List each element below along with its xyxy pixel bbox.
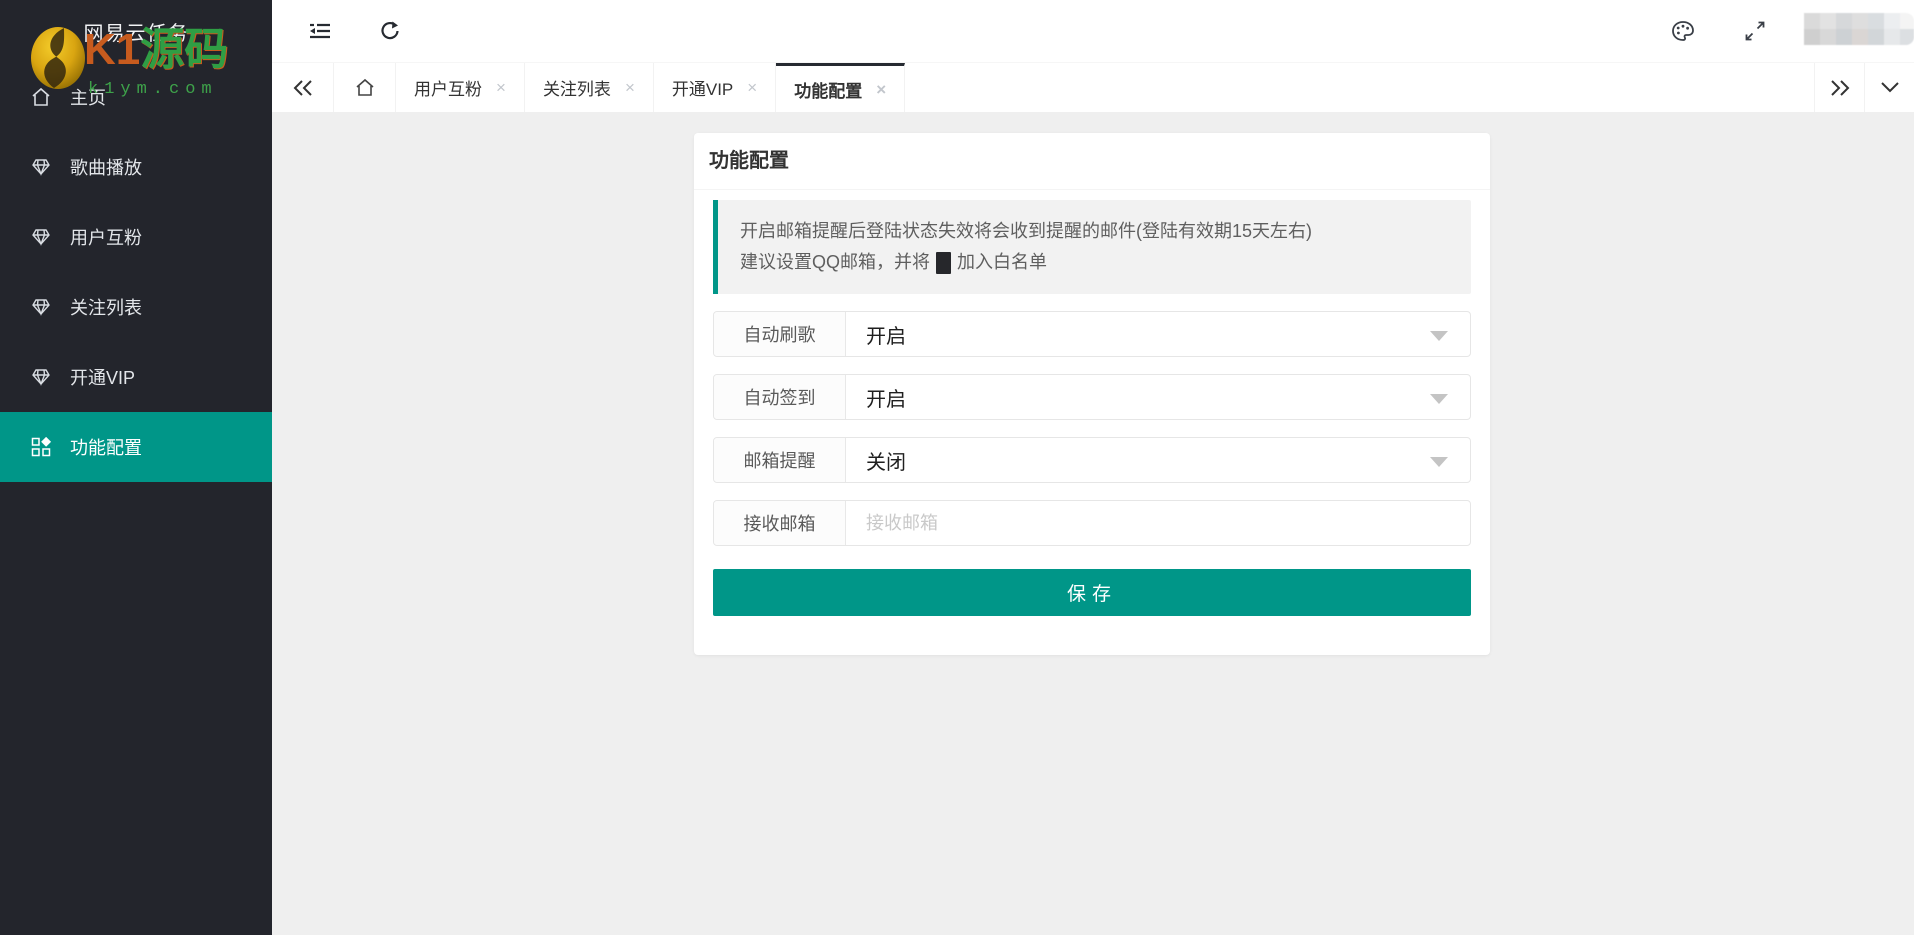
notice-box: 开启邮箱提醒后登陆状态失效将会收到提醒的邮件(登陆有效期15天左右) 建议设置Q… (713, 200, 1471, 294)
sidebar-item-label: 开通VIP (70, 364, 135, 390)
select-value: 开启 (866, 320, 906, 349)
notice-line2-prefix: 建议设置QQ邮箱，并将 (740, 252, 930, 272)
theme-button[interactable] (1661, 0, 1705, 62)
tab-label: 关注列表 (543, 75, 611, 100)
fullscreen-button[interactable] (1733, 0, 1777, 62)
notice-line1: 开启邮箱提醒后登陆状态失效将会收到提醒的邮件(登陆有效期15天左右) (740, 216, 1449, 247)
home-icon (355, 78, 375, 98)
form-row-auto-play: 自动刷歌 开启 (713, 311, 1471, 357)
card-title: 功能配置 (694, 133, 1490, 190)
form-row-receive-email: 接收邮箱 (713, 500, 1471, 546)
sidebar-item-label: 歌曲播放 (70, 154, 142, 180)
auto-checkin-select[interactable]: 开启 (846, 375, 1470, 419)
sidebar-item-function-config[interactable]: 功能配置 (0, 412, 272, 482)
select-arrow-icon (1430, 331, 1448, 341)
diamond-icon (30, 366, 52, 388)
select-value: 开启 (866, 383, 906, 412)
tab-label: 功能配置 (794, 77, 862, 102)
sidebar: 网易云任务 主页 歌曲播放 用户互粉 (0, 0, 272, 935)
sidebar-item-label: 主页 (70, 84, 106, 110)
sidebar-item-label: 用户互粉 (70, 224, 142, 250)
tab-close-icon[interactable]: × (876, 81, 886, 98)
tabs-scroll-right-button[interactable] (1814, 63, 1864, 112)
censored-user-info (1804, 13, 1914, 45)
sidebar-menu: 主页 歌曲播放 用户互粉 关注列表 (0, 62, 272, 482)
tab-follow-list[interactable]: 关注列表 × (525, 63, 654, 112)
tab-open-vip[interactable]: 开通VIP × (654, 63, 776, 112)
select-arrow-icon (1430, 457, 1448, 467)
notice-line2-suffix: 加入白名单 (957, 252, 1047, 272)
field-label: 自动刷歌 (714, 312, 846, 356)
field-label: 邮箱提醒 (714, 438, 846, 482)
palette-icon (1671, 20, 1695, 42)
sidebar-item-label: 功能配置 (70, 434, 142, 460)
card-body: 开启邮箱提醒后登陆状态失效将会收到提醒的邮件(登陆有效期15天左右) 建议设置Q… (694, 190, 1490, 616)
select-arrow-icon (1430, 394, 1448, 404)
tab-label: 开通VIP (672, 75, 733, 100)
form-row-auto-checkin: 自动签到 开启 (713, 374, 1471, 420)
collapse-sidebar-button[interactable] (298, 0, 342, 62)
sidebar-item-open-vip[interactable]: 开通VIP (0, 342, 272, 412)
tab-home[interactable] (334, 63, 396, 112)
double-chevron-left-icon (293, 80, 313, 96)
sidebar-item-label: 关注列表 (70, 294, 142, 320)
tab-close-icon[interactable]: × (747, 79, 757, 96)
tab-bar: 用户互粉 × 关注列表 × 开通VIP × 功能配置 × (272, 62, 1914, 112)
double-chevron-right-icon (1830, 80, 1850, 96)
auto-play-select[interactable]: 开启 (846, 312, 1470, 356)
select-value: 关闭 (866, 446, 906, 475)
sidebar-item-follow-list[interactable]: 关注列表 (0, 272, 272, 342)
receive-email-input[interactable] (846, 501, 1470, 545)
diamond-icon (30, 296, 52, 318)
outdent-icon (309, 21, 331, 41)
chevron-down-icon (1881, 82, 1899, 93)
field-label: 自动签到 (714, 375, 846, 419)
save-button[interactable]: 保存 (713, 569, 1471, 616)
tab-function-config[interactable]: 功能配置 × (776, 63, 905, 112)
apps-icon (30, 436, 52, 458)
sidebar-item-mutual-follow[interactable]: 用户互粉 (0, 202, 272, 272)
redacted-email-block (936, 252, 951, 274)
app-title: 网易云任务 (84, 17, 189, 46)
email-remind-select[interactable]: 关闭 (846, 438, 1470, 482)
home-icon (30, 86, 52, 108)
sidebar-item-home[interactable]: 主页 (0, 62, 272, 132)
tab-close-icon[interactable]: × (496, 79, 506, 96)
top-header (272, 0, 1914, 62)
main-content: 功能配置 开启邮箱提醒后登陆状态失效将会收到提醒的邮件(登陆有效期15天左右) … (272, 112, 1914, 935)
diamond-icon (30, 156, 52, 178)
form-row-email-remind: 邮箱提醒 关闭 (713, 437, 1471, 483)
notice-line2: 建议设置QQ邮箱，并将 加入白名单 (740, 247, 1449, 278)
tabs-menu-button[interactable] (1864, 63, 1914, 112)
diamond-icon (30, 226, 52, 248)
tab-close-icon[interactable]: × (625, 79, 635, 96)
tab-label: 用户互粉 (414, 75, 482, 100)
refresh-icon (379, 20, 401, 42)
sidebar-item-song-play[interactable]: 歌曲播放 (0, 132, 272, 202)
fullscreen-icon (1744, 20, 1766, 42)
field-label: 接收邮箱 (714, 501, 846, 545)
refresh-button[interactable] (368, 0, 412, 62)
app-logo-bar: 网易云任务 (0, 0, 272, 62)
function-config-card: 功能配置 开启邮箱提醒后登陆状态失效将会收到提醒的邮件(登陆有效期15天左右) … (694, 133, 1490, 655)
tabs-scroll-left-button[interactable] (272, 63, 334, 112)
tab-mutual-follow[interactable]: 用户互粉 × (396, 63, 525, 112)
tab-bar-spacer (905, 63, 1814, 112)
